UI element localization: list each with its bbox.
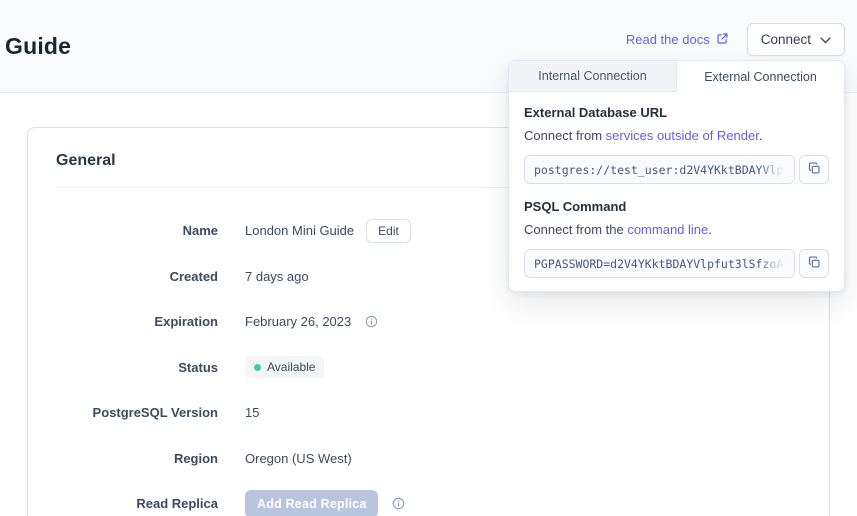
services-outside-render-link[interactable]: services outside of Render <box>606 128 759 143</box>
external-database-url-value: postgres://test_user:d2V4YKktBDAYVlpfut3… <box>534 163 795 177</box>
connection-tabs: Internal Connection External Connection <box>509 61 844 92</box>
text-fade-overlay <box>758 250 794 277</box>
edit-name-button[interactable]: Edit <box>366 219 411 243</box>
page-title: Guide <box>5 33 71 60</box>
copy-external-url-button[interactable] <box>799 155 829 184</box>
psql-command-value: PGPASSWORD=d2V4YKktBDAYVlpfut3lSfzoAWhwb… <box>534 257 795 271</box>
status-label: Available <box>267 360 315 374</box>
psql-command-field[interactable]: PGPASSWORD=d2V4YKktBDAYVlpfut3lSfzoAWhwb… <box>524 249 795 278</box>
row-label: PostgreSQL Version <box>56 405 218 420</box>
psql-command-heading: PSQL Command <box>524 199 829 214</box>
row-label: Created <box>56 269 218 284</box>
row-label: Expiration <box>56 314 218 329</box>
row-label: Name <box>56 223 218 238</box>
status-dot-icon <box>254 364 261 371</box>
external-url-group: postgres://test_user:d2V4YKktBDAYVlpfut3… <box>524 155 829 184</box>
connect-dropdown-panel: Internal Connection External Connection … <box>508 60 845 292</box>
header-actions: Read the docs Connect <box>626 23 845 56</box>
created-value: 7 days ago <box>245 269 309 284</box>
desc-text: . <box>759 128 763 143</box>
external-database-url-field[interactable]: postgres://test_user:d2V4YKktBDAYVlpfut3… <box>524 155 795 184</box>
status-badge: Available <box>245 356 324 378</box>
copy-icon <box>808 256 821 272</box>
desc-text: Connect from <box>524 128 606 143</box>
external-link-icon <box>716 32 729 48</box>
row-label: Read Replica <box>56 496 218 511</box>
database-detail-page: Guide Read the docs Connect <box>0 0 857 516</box>
desc-text: . <box>708 222 712 237</box>
chevron-down-icon <box>820 32 831 47</box>
command-line-link[interactable]: command line <box>627 222 708 237</box>
external-database-url-heading: External Database URL <box>524 105 829 120</box>
copy-psql-command-button[interactable] <box>799 249 829 278</box>
tab-external-connection[interactable]: External Connection <box>677 61 844 92</box>
info-icon[interactable] <box>392 497 405 510</box>
copy-icon <box>808 162 821 178</box>
region-value: Oregon (US West) <box>245 451 352 466</box>
version-value: 15 <box>245 405 259 420</box>
name-value: London Mini Guide <box>245 223 354 238</box>
psql-command-desc: Connect from the command line. <box>524 222 829 237</box>
psql-command-group: PGPASSWORD=d2V4YKktBDAYVlpfut3lSfzoAWhwb… <box>524 249 829 278</box>
expiration-value: February 26, 2023 <box>245 314 351 329</box>
row-expiration: Expiration February 26, 2023 <box>28 299 829 345</box>
tab-internal-connection[interactable]: Internal Connection <box>509 61 677 92</box>
read-the-docs-link[interactable]: Read the docs <box>626 32 729 48</box>
row-read-replica: Read Replica Add Read Replica <box>28 481 829 516</box>
connect-button[interactable]: Connect <box>747 23 845 56</box>
text-fade-overlay <box>758 156 794 183</box>
row-region: Region Oregon (US West) <box>28 436 829 482</box>
connect-panel-body: External Database URL Connect from servi… <box>509 92 844 278</box>
row-label: Status <box>56 360 218 375</box>
row-postgres-version: PostgreSQL Version 15 <box>28 390 829 436</box>
row-label: Region <box>56 451 218 466</box>
read-the-docs-label: Read the docs <box>626 32 710 47</box>
info-icon[interactable] <box>365 315 378 328</box>
connect-button-label: Connect <box>761 32 811 47</box>
external-database-url-desc: Connect from services outside of Render. <box>524 128 829 143</box>
row-status: Status Available <box>28 345 829 391</box>
add-read-replica-button[interactable]: Add Read Replica <box>245 490 378 516</box>
desc-text: Connect from the <box>524 222 627 237</box>
